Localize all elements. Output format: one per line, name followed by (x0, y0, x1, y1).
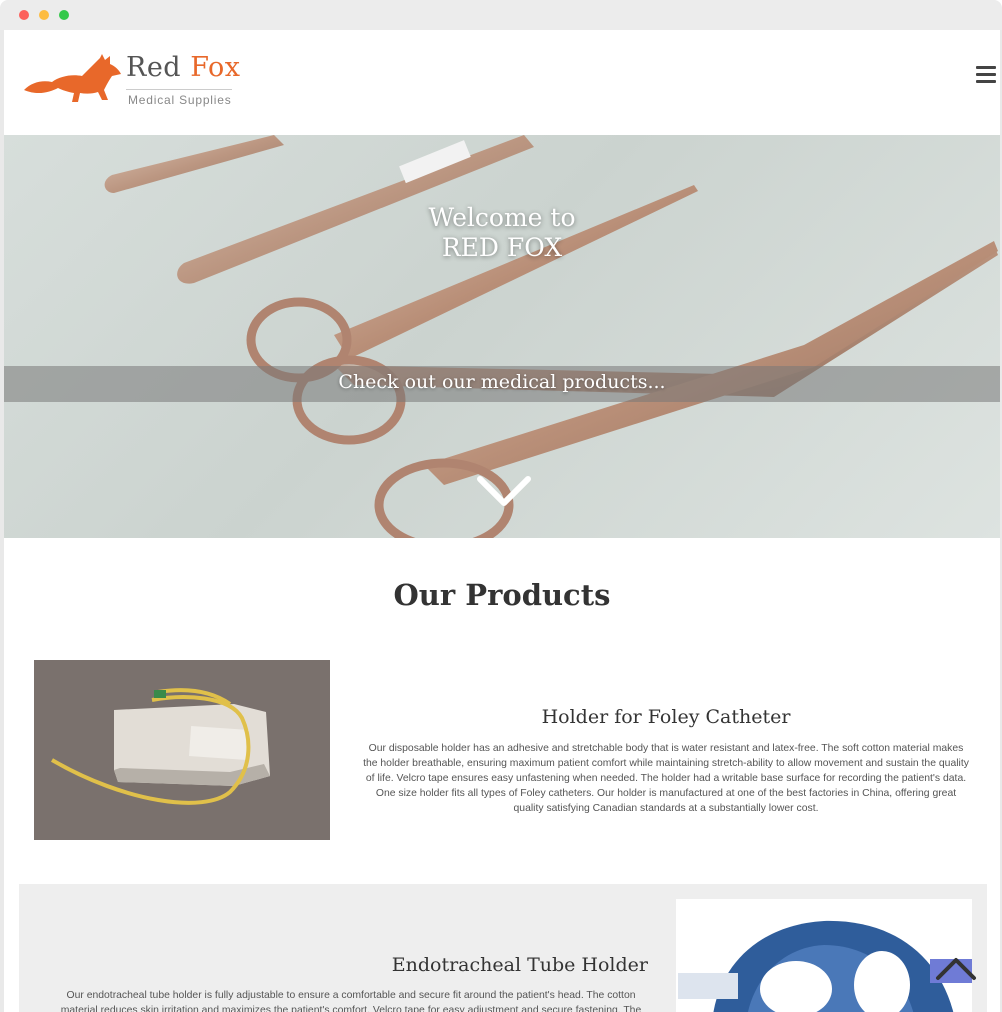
hamburger-menu-icon[interactable] (976, 66, 996, 84)
foley-catheter-holder-image (34, 660, 330, 840)
product-title-endotracheal-holder: Endotracheal Tube Holder (391, 954, 648, 976)
product-description-foley-holder: Our disposable holder has an adhesive an… (363, 743, 969, 814)
window-close-button[interactable] (19, 10, 29, 20)
hero-title-line2: RED FOX (441, 233, 563, 262)
window-minimize-button[interactable] (39, 10, 49, 20)
chevron-up-icon[interactable] (934, 954, 978, 982)
hero-title-line1: Welcome to (428, 203, 576, 232)
fox-icon (24, 54, 121, 102)
hero-banner: Welcome to RED FOX Check out our medical… (4, 135, 1000, 538)
brand-name-second: Fox (190, 52, 241, 83)
endotracheal-tube-holder-image (676, 899, 972, 1012)
foley-catheter-illustration (34, 660, 330, 840)
brand-name: Red Fox (126, 52, 240, 83)
product-description-endotracheal-holder: Our endotracheal tube holder is fully ad… (60, 990, 642, 1012)
window-maximize-button[interactable] (59, 10, 69, 20)
chevron-down-icon[interactable] (474, 471, 534, 511)
endotracheal-holder-illustration (676, 899, 972, 1012)
site-logo[interactable]: Red Fox Medical Supplies (22, 52, 242, 112)
brand-name-first: Red (126, 52, 182, 83)
brand-tagline: Medical Supplies (128, 93, 232, 107)
browser-title-bar (0, 0, 1002, 30)
logo-divider (126, 89, 232, 90)
hero-caption-text: Check out our medical products... (338, 371, 666, 393)
hero-title: Welcome to RED FOX (4, 203, 1000, 263)
products-heading: Our Products (393, 578, 611, 612)
site-header: Red Fox Medical Supplies (4, 30, 1000, 135)
product-title-foley-holder: Holder for Foley Catheter (541, 706, 791, 728)
